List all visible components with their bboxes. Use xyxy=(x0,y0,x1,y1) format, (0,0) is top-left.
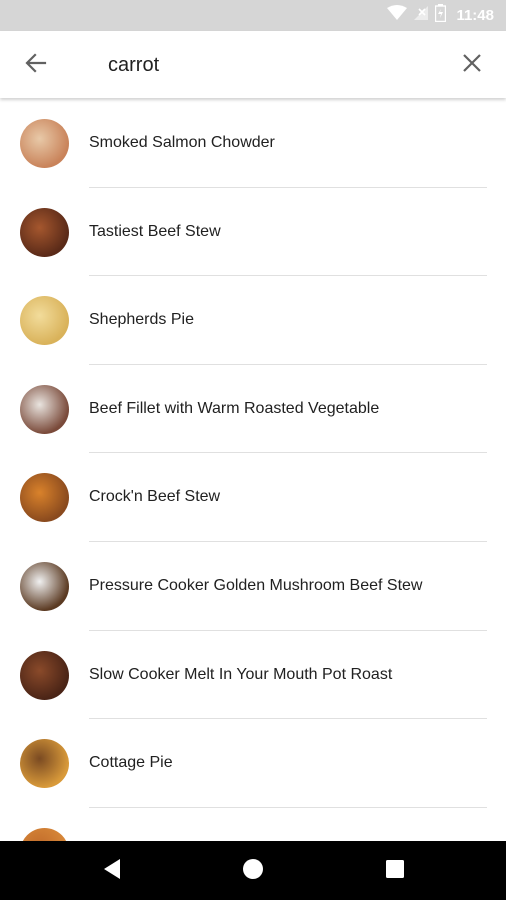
nav-back-icon xyxy=(102,858,122,885)
recipe-thumbnail xyxy=(20,207,69,257)
recipe-thumbnail xyxy=(20,384,69,434)
recipe-thumbnail xyxy=(20,119,69,168)
wifi-icon xyxy=(387,5,408,26)
nav-home-button[interactable] xyxy=(237,855,269,887)
status-icons: 11:48 xyxy=(387,0,494,31)
recipe-list-item[interactable]: Crock'n Beef Stew xyxy=(0,453,506,542)
recipe-title: Slow Cooker Melt In Your Mouth Pot Roast xyxy=(89,665,393,683)
recipe-list-item[interactable]: Cottage Pie xyxy=(0,719,506,808)
recipe-title: Beef Fillet with Warm Roasted Vegetable xyxy=(89,399,380,417)
back-button[interactable] xyxy=(16,45,56,85)
recipe-thumbnail xyxy=(20,739,69,789)
recipe-title: Tastiest Beef Stew xyxy=(89,222,221,240)
recipe-list-item[interactable]: Beef Fillet with Warm Roasted Vegetable xyxy=(0,365,506,454)
recipe-thumbnail xyxy=(20,296,69,346)
recipe-list-item[interactable]: Pressure Cooker Golden Mushroom Beef Ste… xyxy=(0,542,506,631)
status-bar: 11:48 xyxy=(0,0,506,31)
recipe-list-item[interactable]: Tastiest Beef Stew xyxy=(0,188,506,277)
recipe-title: Pressure Cooker Golden Mushroom Beef Ste… xyxy=(89,576,423,594)
recipe-title: Crock'n Beef Stew xyxy=(89,488,221,506)
recipe-title: Smoked Salmon Chowder xyxy=(89,134,275,151)
close-icon xyxy=(462,53,482,78)
clear-search-button[interactable] xyxy=(452,45,492,85)
recipe-thumbnail xyxy=(20,650,69,700)
search-app-bar xyxy=(0,31,506,98)
nav-back-button[interactable] xyxy=(96,855,128,887)
battery-icon xyxy=(435,4,447,27)
arrow-back-icon xyxy=(25,52,47,79)
recipe-list-item[interactable] xyxy=(0,808,506,841)
recipe-list-item[interactable]: Smoked Salmon Chowder xyxy=(0,99,506,188)
signal-icon xyxy=(413,5,429,26)
search-input[interactable] xyxy=(108,47,428,83)
nav-home-icon xyxy=(242,858,264,885)
recipe-thumbnail xyxy=(20,561,69,611)
recipe-title: Shepherds Pie xyxy=(89,311,194,329)
recipe-thumbnail xyxy=(20,827,69,841)
recipe-list-item[interactable]: Slow Cooker Melt In Your Mouth Pot Roast xyxy=(0,631,506,720)
navigation-bar xyxy=(0,841,506,900)
recipe-thumbnail xyxy=(20,473,69,523)
status-time: 11:48 xyxy=(456,7,494,24)
nav-recents-button[interactable] xyxy=(379,855,411,887)
recipe-list-item[interactable]: Shepherds Pie xyxy=(0,276,506,365)
nav-recents-icon xyxy=(386,859,404,883)
results-list: Smoked Salmon Chowder Tastiest Beef Stew S… xyxy=(0,99,506,841)
recipe-title: Cottage Pie xyxy=(89,754,173,772)
